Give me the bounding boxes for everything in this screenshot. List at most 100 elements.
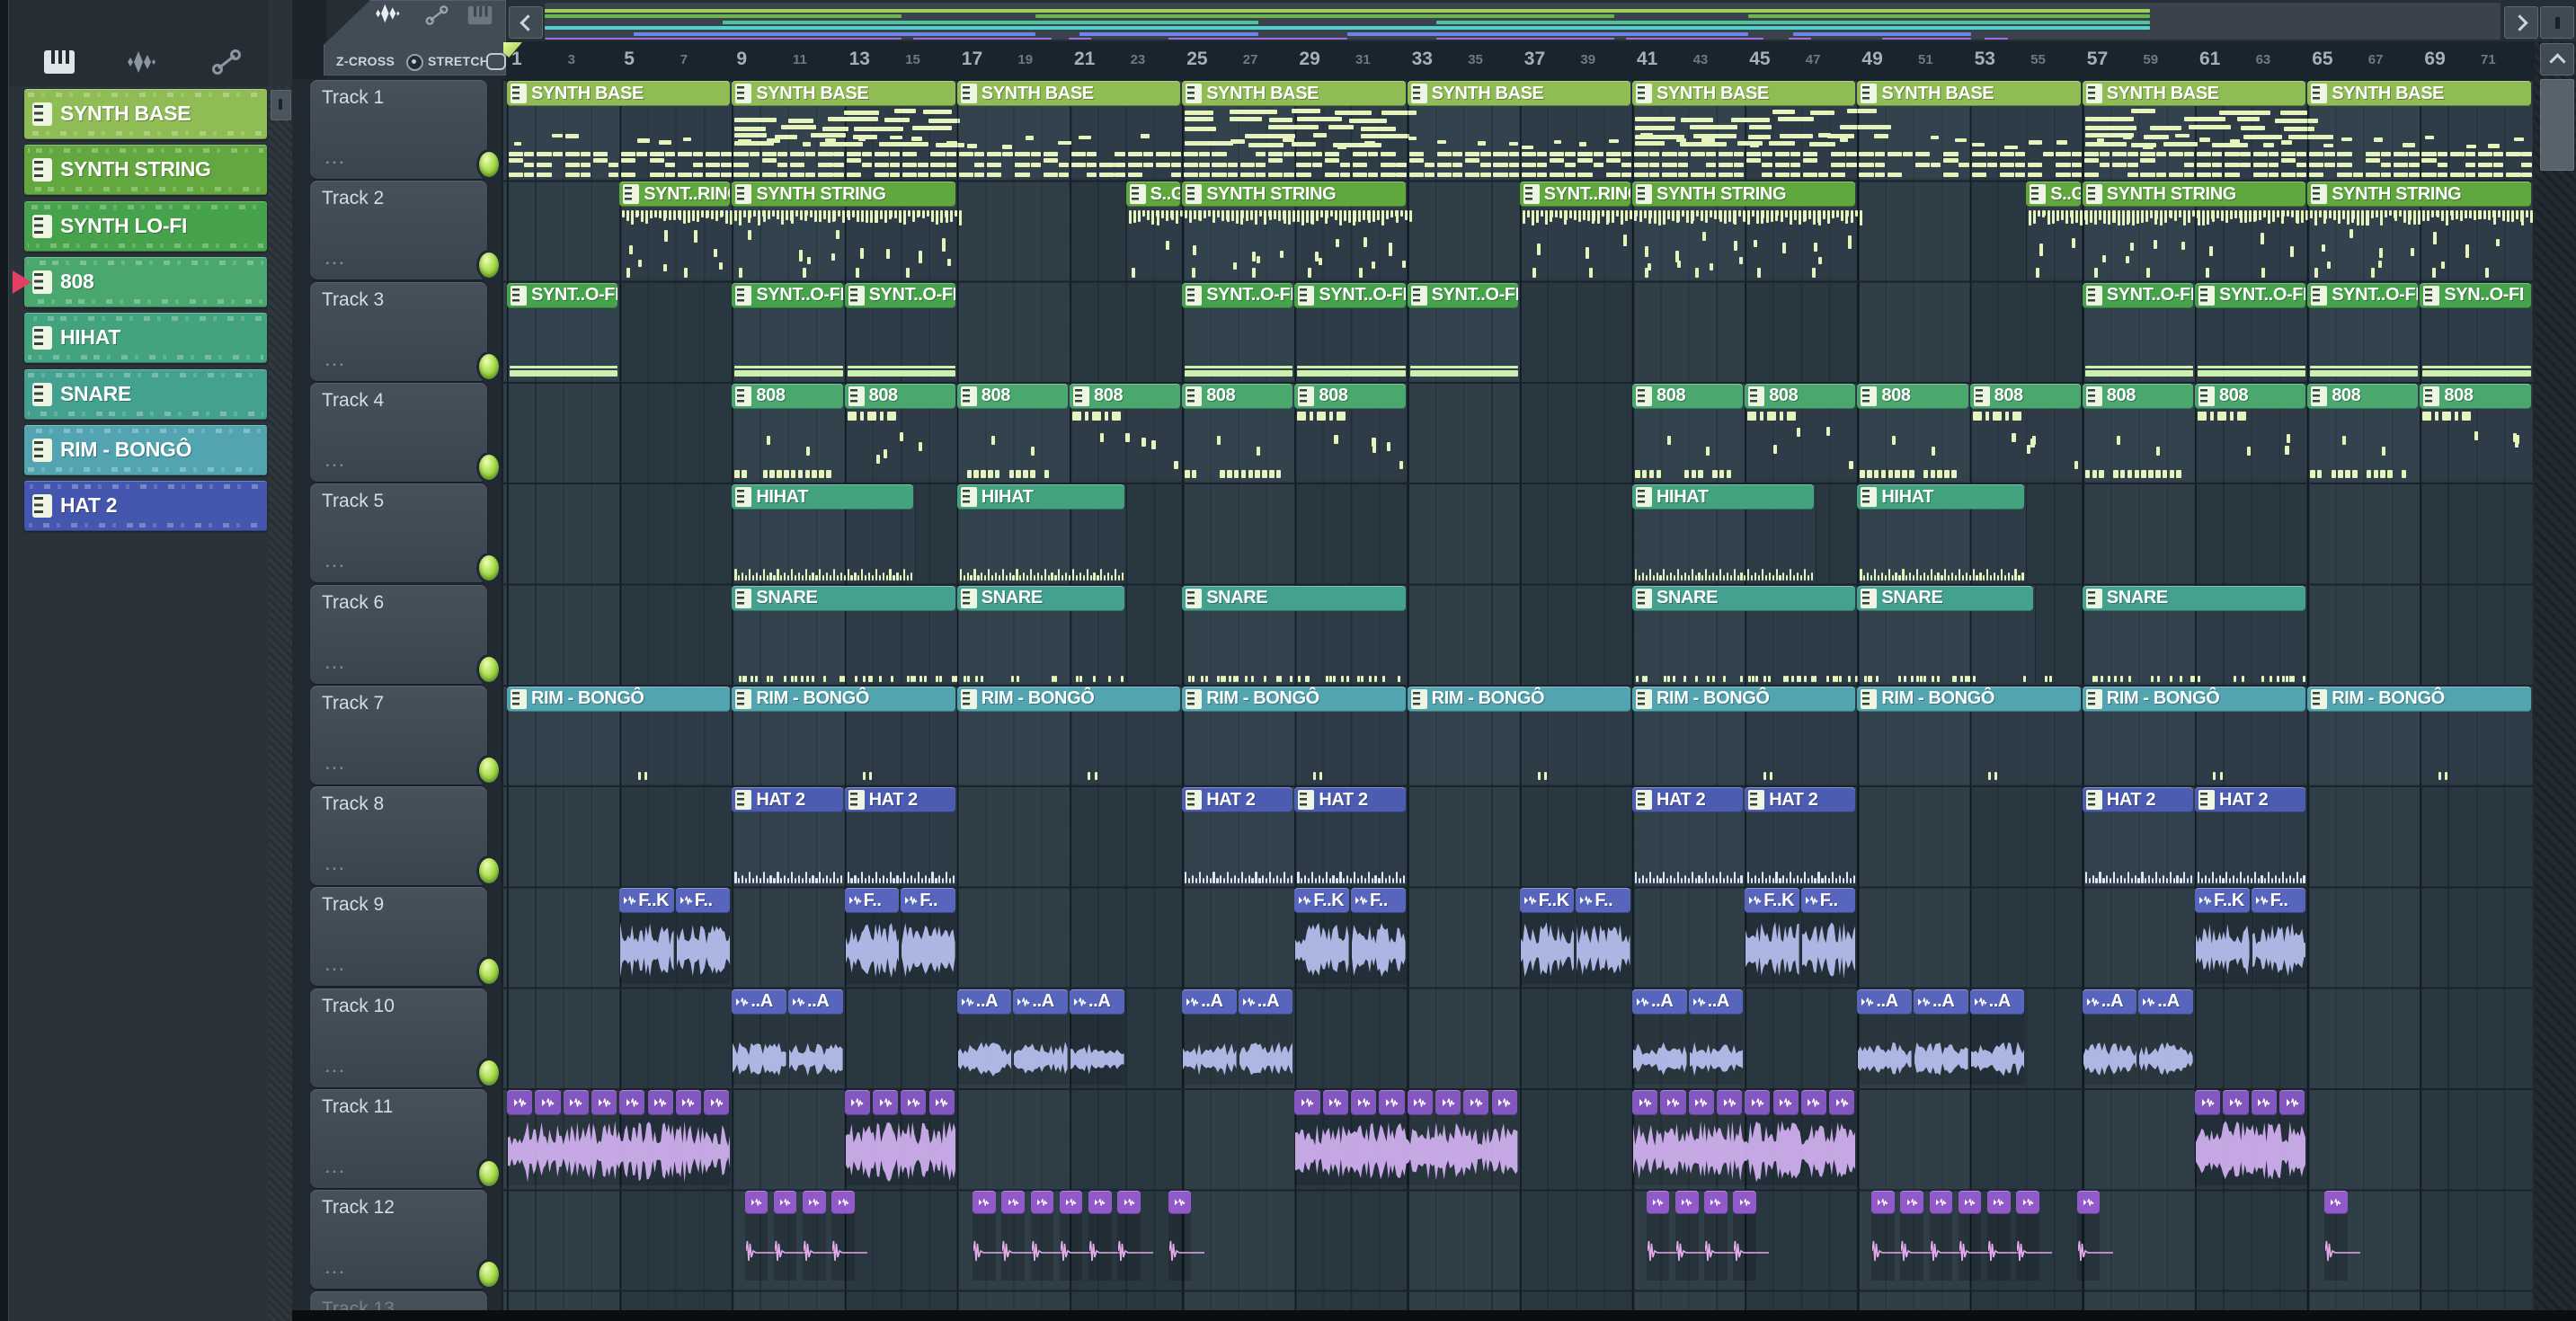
track-mute-led[interactable] (479, 1059, 499, 1086)
track-mute-led[interactable] (479, 1262, 499, 1288)
pattern-clip[interactable]: SYNTH STRING (1632, 182, 1856, 208)
pattern-clip[interactable]: HAT 2 (1294, 787, 1406, 813)
track-header-10[interactable]: Track 10... (310, 988, 499, 1087)
mini-audio-clip[interactable] (563, 1090, 589, 1115)
audio-clip[interactable]: F..K (1745, 888, 1799, 914)
pattern-clip[interactable]: SYNT..O-FI (844, 282, 955, 308)
pattern-clip[interactable]: SYNTH STRING (732, 182, 955, 208)
pattern-clip[interactable]: RIM - BONGÔ (956, 686, 1181, 712)
pattern-clip[interactable]: 808 (1294, 383, 1406, 409)
audio-clip[interactable]: ..A (788, 989, 843, 1015)
mini-audio-clip[interactable] (1772, 1090, 1799, 1115)
pattern-clip[interactable]: SYNTH STRING (2307, 182, 2531, 208)
pattern-tile-synth-base[interactable]: SYNTH BASE (24, 89, 267, 139)
mini-audio-clip[interactable] (1491, 1090, 1517, 1115)
track-header-2[interactable]: Track 2... (310, 181, 499, 280)
audio-clip[interactable]: F.. (2251, 888, 2306, 914)
pattern-clip[interactable]: 808 (732, 383, 843, 409)
pattern-clip[interactable]: SYNT..O-FI (1182, 282, 1293, 308)
pattern-clip[interactable]: SYNT..O-FI (1407, 282, 1518, 308)
mini-audio-clip[interactable] (1379, 1090, 1405, 1115)
pattern-tile-synth-lo-fi[interactable]: SYNTH LO-FI (24, 200, 267, 252)
track-header-11[interactable]: Track 11... (310, 1089, 499, 1188)
audio-clip[interactable]: F.. (844, 888, 900, 914)
track-mute-led[interactable] (479, 152, 499, 177)
pattern-clip[interactable]: SYNTH BASE (956, 81, 1181, 106)
mini-audio-clip[interactable] (591, 1090, 617, 1115)
mini-audio-clip[interactable] (2251, 1090, 2277, 1115)
mini-audio-clip[interactable] (1294, 1090, 1320, 1115)
pattern-clip[interactable]: SYNTH BASE (1407, 81, 1630, 106)
mini-audio-clip[interactable] (872, 1090, 899, 1115)
micro-audio-clip[interactable] (1646, 1191, 1670, 1215)
mini-audio-clip[interactable] (1322, 1090, 1348, 1115)
mini-audio-clip[interactable] (2195, 1090, 2221, 1115)
pattern-tile-snare[interactable]: SNARE (24, 368, 267, 420)
track-menu-dots[interactable]: ... (325, 856, 346, 874)
pattern-clip[interactable]: SYNT..O-FI (732, 282, 843, 308)
track-mute-led[interactable] (479, 353, 499, 379)
audio-clip[interactable]: ..A (2082, 989, 2137, 1015)
micro-audio-clip[interactable] (2016, 1191, 2039, 1215)
mini-audio-clip[interactable] (647, 1090, 673, 1115)
mini-audio-clip[interactable] (535, 1090, 561, 1115)
automation-tab-icon[interactable] (417, 0, 457, 32)
audio-clip[interactable]: ..A (1070, 989, 1124, 1015)
track-menu-dots[interactable]: ... (325, 1260, 346, 1278)
track-menu-dots[interactable]: ... (325, 453, 346, 471)
pattern-clip[interactable]: RIM - BONGÔ (2307, 686, 2531, 712)
micro-audio-clip[interactable] (1168, 1191, 1192, 1215)
mini-audio-clip[interactable] (1435, 1090, 1461, 1115)
micro-audio-clip[interactable] (1674, 1191, 1699, 1215)
pattern-clip[interactable]: HAT 2 (2195, 787, 2306, 813)
pattern-clip[interactable]: RIM - BONGÔ (1182, 686, 1406, 712)
mini-audio-clip[interactable] (1745, 1090, 1771, 1115)
track-menu-dots[interactable]: ... (325, 756, 346, 774)
pattern-clip[interactable]: HIHAT (1857, 484, 2025, 510)
pattern-tile-hihat[interactable]: HIHAT (24, 313, 267, 364)
micro-audio-clip[interactable] (1733, 1191, 1757, 1215)
track-mute-led[interactable] (479, 959, 499, 985)
micro-audio-clip[interactable] (1030, 1191, 1054, 1215)
pattern-clip[interactable]: S..G (2026, 182, 2081, 208)
pattern-clip[interactable]: SNARE (956, 585, 1124, 611)
pattern-tile-808[interactable]: 808 (12, 256, 267, 307)
audio-clip[interactable]: ..A (1688, 989, 1744, 1015)
mini-audio-clip[interactable] (1632, 1090, 1658, 1115)
pattern-clip[interactable]: SYNT..RING (619, 182, 731, 208)
track-header-4[interactable]: Track 4... (310, 382, 499, 482)
audio-clip[interactable]: ..A (1182, 989, 1237, 1015)
track-menu-dots[interactable]: ... (325, 1159, 346, 1177)
stretch-checkbox[interactable] (486, 53, 506, 70)
sidebar-scrollbar-thumb[interactable] (271, 90, 291, 120)
audio-clip[interactable]: F.. (901, 888, 955, 914)
audio-clip[interactable]: ..A (1914, 989, 1968, 1015)
track-mute-led[interactable] (479, 1161, 499, 1186)
audio-clip[interactable]: F.. (1800, 888, 1856, 914)
track-menu-dots[interactable]: ... (325, 1059, 346, 1077)
pattern-clip[interactable]: RIM - BONGÔ (1632, 686, 1856, 712)
pattern-clip[interactable]: 808 (1745, 383, 1856, 409)
mini-audio-clip[interactable] (1407, 1090, 1433, 1115)
scroll-up-button[interactable] (2540, 43, 2574, 75)
automation-mode-icon[interactable] (207, 45, 246, 79)
pattern-clip[interactable]: SYN..O-FI (2420, 282, 2531, 308)
panel-toggle-button[interactable] (2540, 6, 2574, 39)
pattern-clip[interactable]: S..G (1125, 182, 1181, 208)
pattern-clip[interactable]: HAT 2 (2082, 787, 2193, 813)
track-menu-dots[interactable]: ... (325, 957, 346, 975)
track-mute-led[interactable] (479, 555, 499, 581)
mini-audio-clip[interactable] (928, 1090, 955, 1115)
audio-clip[interactable]: ..A (1013, 989, 1068, 1015)
audio-clip[interactable]: F.. (1576, 888, 1630, 914)
pattern-tile-rim-bong-[interactable]: RIM - BONGÔ (24, 424, 267, 475)
audio-clip[interactable]: ..A (1857, 989, 1912, 1015)
mini-audio-clip[interactable] (1660, 1090, 1686, 1115)
micro-audio-clip[interactable] (2324, 1191, 2348, 1215)
mini-audio-clip[interactable] (901, 1090, 927, 1115)
pattern-clip[interactable]: 808 (2195, 383, 2306, 409)
audio-clip[interactable]: ..A (732, 989, 786, 1015)
pattern-clip[interactable]: SNARE (1857, 585, 2033, 611)
pattern-clip[interactable]: SYNT..RING (1519, 182, 1630, 208)
track-menu-dots[interactable]: ... (325, 655, 346, 673)
